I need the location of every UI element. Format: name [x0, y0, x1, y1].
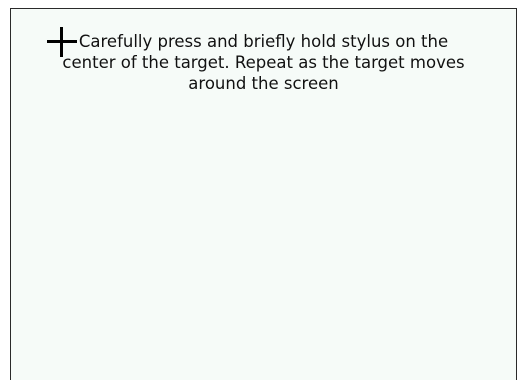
instruction-line-3: around the screen	[188, 74, 339, 93]
instruction-line-2: center of the target. Repeat as the targ…	[62, 53, 465, 72]
calibration-instructions: Carefully press and briefly hold stylus …	[11, 31, 516, 94]
crosshair-vertical-bar	[60, 27, 63, 57]
instruction-line-1: Carefully press and briefly hold stylus …	[78, 32, 449, 51]
crosshair-icon[interactable]	[47, 27, 77, 57]
calibration-screen[interactable]: Carefully press and briefly hold stylus …	[10, 8, 517, 380]
